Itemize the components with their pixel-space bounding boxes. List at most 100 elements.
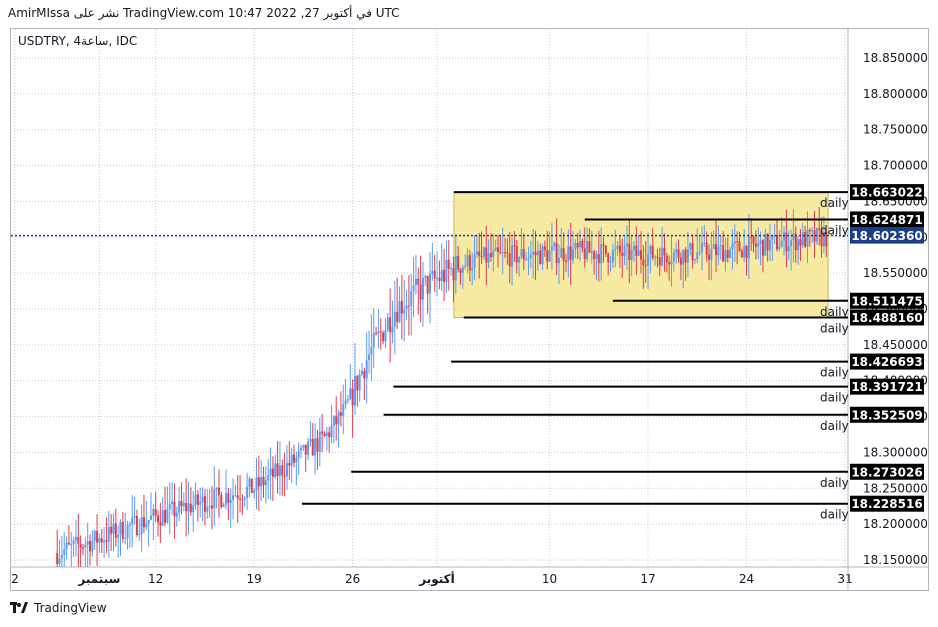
candle-body: [70, 543, 73, 545]
candle-body: [623, 246, 626, 256]
candle-body: [131, 517, 134, 525]
candle-body: [145, 523, 148, 528]
candle-body: [780, 240, 783, 247]
candle-body: [375, 332, 378, 334]
price-chart[interactable]: 18.850000 18.800000 18.750000 18.700000 18.6…: [0, 0, 938, 627]
candle-body: [501, 252, 504, 254]
candle-body: [140, 517, 143, 535]
candle-body: [628, 243, 631, 261]
candle-body: [126, 524, 129, 538]
candle-body: [361, 370, 364, 375]
candle-body: [187, 503, 190, 512]
candle-body: [731, 243, 734, 250]
y-tick-label: 18.150000: [863, 553, 928, 567]
candle-body: [518, 256, 521, 263]
candle-body: [121, 522, 124, 539]
x-tick-label: أكتوبر: [418, 571, 454, 587]
candle-body: [651, 245, 654, 258]
candle-body: [579, 241, 582, 248]
candle-body: [588, 241, 591, 253]
level-price-label: 18.352509: [851, 408, 922, 422]
symbol-legend[interactable]: USDTRY, 4ساعة, IDC: [18, 34, 137, 48]
candle-body: [431, 270, 434, 274]
candle-body: [649, 245, 652, 255]
candle-body: [480, 256, 483, 258]
candle-body: [309, 438, 312, 442]
candle-body: [396, 311, 399, 322]
candle-body: [203, 496, 206, 512]
candle-body: [84, 544, 87, 548]
candle-body: [412, 285, 415, 292]
candle-body: [454, 256, 457, 281]
candle-body: [562, 248, 565, 262]
candle-body: [520, 249, 523, 257]
candle-body: [677, 249, 680, 258]
candle-body: [243, 497, 246, 500]
tradingview-brand[interactable]: TradingView: [10, 601, 107, 615]
candle-body: [682, 249, 685, 265]
candle-body: [149, 515, 152, 520]
level-price-label: 18.391721: [851, 380, 922, 394]
candle-body: [494, 247, 497, 251]
candle-body: [729, 249, 732, 258]
candle-body: [421, 277, 424, 300]
candle-body: [157, 515, 160, 523]
candle-body: [604, 245, 607, 254]
candle-body: [485, 247, 488, 263]
candle-body: [750, 236, 753, 238]
candle-body: [574, 243, 577, 250]
candle-body: [637, 250, 640, 256]
candle-body: [147, 519, 150, 524]
candle-body: [271, 468, 274, 477]
candle-body: [304, 444, 307, 455]
candle-body: [433, 270, 436, 279]
candle-body: [344, 400, 347, 405]
candle-body: [232, 495, 235, 500]
candle-body: [668, 262, 671, 265]
candle-body: [550, 246, 553, 251]
candle-body: [377, 331, 380, 334]
candle-body: [778, 246, 781, 250]
candle-body: [504, 252, 507, 254]
candle-body: [768, 239, 771, 251]
candle-body: [248, 478, 251, 487]
candle-body: [783, 232, 786, 241]
x-tick-label: 24: [739, 572, 754, 586]
candle-body: [318, 431, 321, 452]
candle-body: [164, 510, 167, 523]
y-tick-label: 18.750000: [863, 123, 928, 137]
candle-body: [679, 257, 682, 265]
candle-body: [710, 248, 713, 260]
candle-body: [349, 388, 352, 399]
x-tick-label: 10: [542, 572, 557, 586]
candle-body: [543, 246, 546, 251]
candle-body: [81, 547, 84, 549]
candle-body: [764, 233, 767, 256]
candle-body: [670, 260, 673, 265]
candle-body: [799, 239, 802, 246]
candle-body: [632, 245, 635, 250]
candle-body: [475, 251, 478, 255]
y-tick-label: 18.800000: [863, 87, 928, 101]
candle-body: [506, 252, 509, 254]
candle-body: [363, 370, 366, 379]
candle-body: [201, 496, 204, 503]
candle-body: [285, 462, 288, 477]
candle-body: [672, 252, 675, 261]
candle-body: [138, 534, 141, 536]
level-price-label: 18.511475: [851, 294, 922, 308]
candle-body: [98, 538, 101, 543]
candle-body: [133, 516, 136, 518]
candle-body: [370, 347, 373, 355]
candle-body: [419, 284, 422, 300]
candle-body: [325, 432, 328, 436]
candle-body: [60, 555, 63, 559]
candle-body: [119, 522, 122, 536]
candle-body: [557, 257, 560, 264]
candle-body: [576, 243, 579, 248]
candle-body: [56, 552, 59, 564]
candle-body: [222, 504, 225, 507]
candle-body: [337, 412, 340, 425]
candle-body: [358, 374, 361, 391]
candle-body: [293, 454, 296, 463]
